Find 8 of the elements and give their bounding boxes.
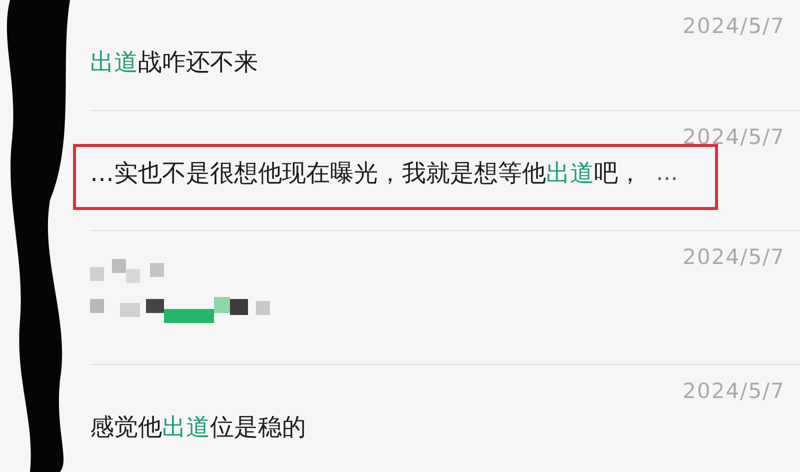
message-date: 2024/5/7 [682,245,785,269]
message-date: 2024/5/7 [682,14,785,38]
message-snippet: 出道战咋还不来 [90,47,258,78]
ellipsis: … [656,160,678,186]
message-snippet: 感觉他出道位是稳的 [90,412,306,443]
message-snippet: …实也不是很想他现在曝光，我就是想等他出道吧， [90,158,642,189]
message-date: 2024/5/7 [682,125,785,149]
message-date: 2024/5/7 [682,379,785,403]
